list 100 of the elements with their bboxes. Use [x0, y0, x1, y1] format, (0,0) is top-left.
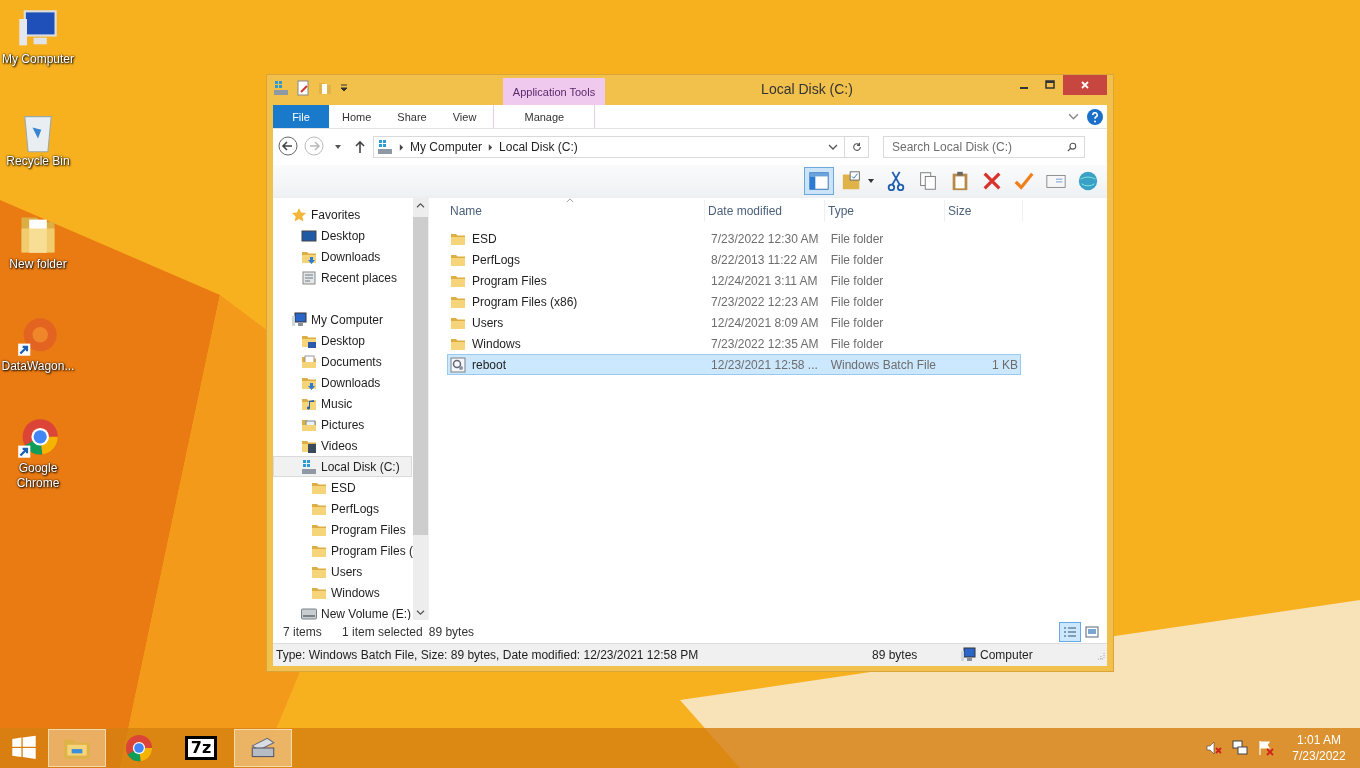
navigation-item[interactable]: Downloads — [273, 246, 412, 267]
new-folder-icon[interactable] — [317, 80, 333, 96]
type-cell-text: File folder — [829, 294, 885, 309]
date-cell-text: 12/23/2021 12:58 ... — [710, 357, 819, 372]
maximize-icon — [1045, 80, 1055, 90]
file-name: Windows — [472, 336, 521, 351]
scissors-icon — [885, 170, 907, 192]
navigation-item[interactable]: Recent places — [273, 267, 412, 288]
type-cell-text: File folder — [829, 336, 885, 351]
navigation-item[interactable]: Videos — [273, 435, 412, 456]
file-name: PerfLogs — [472, 252, 521, 267]
file-row[interactable]: ESD 7/23/2022 12:30 AM File folder — [447, 228, 1021, 249]
scanner-taskbar-button[interactable] — [234, 729, 292, 767]
type-cell-text: Windows Batch File — [829, 357, 938, 372]
resize-grip[interactable] — [1097, 652, 1105, 660]
chrome-icon[interactable] — [16, 417, 60, 461]
chrome-icon — [124, 734, 154, 762]
navigation-item[interactable]: Windows — [273, 582, 412, 603]
address-bar[interactable]: My Computer Local Disk (C:) — [373, 136, 845, 158]
batch-file-icon — [450, 356, 466, 373]
file-name: reboot — [472, 357, 507, 372]
folder-icon — [841, 170, 863, 192]
details-size: 89 bytes — [872, 648, 919, 662]
type-cell-text: File folder — [829, 273, 885, 288]
navigation-item[interactable]: Favorites — [273, 204, 412, 225]
details-view-button[interactable] — [1059, 621, 1081, 642]
date-cell-text: 7/23/2022 12:23 AM — [710, 294, 820, 309]
date-cell-text: 8/22/2013 11:22 AM — [710, 252, 819, 267]
navigation-item[interactable]: Pictures — [273, 414, 412, 435]
refresh-button[interactable] — [845, 136, 869, 158]
file-row[interactable]: Windows 7/23/2022 12:35 AM File folder — [447, 333, 1021, 354]
search-field[interactable]: Search Local Disk (C:) — [883, 136, 1085, 158]
navigation-item[interactable]: Users — [273, 561, 412, 582]
date-cell-text: 12/24/2021 8:09 AM — [710, 315, 820, 330]
minimize-icon — [1020, 87, 1028, 89]
file-row[interactable]: Program Files (x86) 7/23/2022 12:23 AM File folder — [447, 291, 1021, 312]
properties-icon[interactable] — [295, 80, 311, 96]
scroll-down-icon[interactable] — [416, 609, 425, 616]
file-row[interactable]: Program Files 12/24/2021 3:11 AM File folder — [447, 270, 1021, 291]
navigation-item[interactable]: ESD — [273, 477, 412, 498]
archiver-taskbar-button[interactable]: 7z — [172, 729, 230, 767]
network-icon[interactable] — [1232, 740, 1248, 756]
scrollbar[interactable] — [413, 198, 428, 620]
windows-logo-icon — [11, 735, 37, 761]
navigation-item[interactable]: Downloads — [273, 372, 412, 393]
app-icon[interactable] — [16, 315, 60, 359]
close-icon — [1080, 80, 1090, 90]
column-header[interactable]: Date modified — [705, 200, 825, 222]
back-button[interactable] — [277, 136, 299, 158]
navigation-item[interactable]: Music — [273, 393, 412, 414]
ribbon-tab[interactable]: View — [439, 105, 490, 128]
ribbon-tab[interactable]: Manage — [493, 105, 596, 128]
file-name: Users — [472, 315, 504, 330]
column-header[interactable]: Name — [447, 200, 705, 222]
computer-icon — [291, 311, 307, 328]
speaker-muted-icon[interactable] — [1206, 740, 1222, 756]
close-button[interactable] — [1063, 75, 1107, 95]
cross-icon — [981, 170, 1003, 192]
ribbon-tab[interactable]: File — [273, 105, 329, 128]
clock-date: 7/23/2022 — [1292, 748, 1346, 764]
column-header[interactable]: Size — [945, 200, 1023, 222]
selection-size: 89 bytes — [428, 624, 475, 639]
drive-icon — [301, 458, 317, 475]
column-header[interactable]: Type — [825, 200, 945, 222]
navigation-item[interactable]: Program Files ( — [273, 540, 412, 561]
type-cell-text: File folder — [829, 315, 885, 330]
navigation-item[interactable]: Desktop — [273, 330, 412, 351]
navigation-item[interactable]: My Computer — [273, 309, 412, 330]
navigation-item[interactable]: New Volume (E:) — [273, 603, 412, 620]
star-icon — [291, 206, 307, 223]
navigation-item[interactable]: Program Files — [273, 519, 412, 540]
help-icon[interactable] — [1087, 108, 1103, 125]
ribbon-tab[interactable]: Share — [384, 105, 440, 128]
computer-icon — [960, 647, 976, 663]
navigation-item[interactable]: PerfLogs — [273, 498, 412, 519]
navigation-item[interactable]: Desktop — [273, 225, 412, 246]
file-row[interactable]: PerfLogs 8/22/2013 11:22 AM File folder — [447, 249, 1021, 270]
details-text: Type: Windows Batch File, Size: 89 bytes, Date modified: 12/23/2021 12:58 PM — [275, 648, 700, 662]
caret-icon[interactable] — [339, 83, 349, 93]
chevron-icon[interactable] — [1068, 111, 1079, 122]
sort-caret-icon — [566, 198, 574, 203]
context-tab-group: Application Tools — [503, 78, 605, 105]
chevron-icon — [828, 142, 838, 152]
breadcrumb[interactable]: My Computer — [410, 140, 483, 154]
scroll-up-icon[interactable] — [416, 202, 425, 209]
preview-pane-button[interactable] — [804, 167, 834, 195]
file-row[interactable]: reboot 12/23/2021 12:58 ... Windows Batch File 1 KB — [447, 354, 1021, 375]
flag-icon[interactable] — [1258, 740, 1274, 756]
search-icon — [1067, 142, 1077, 152]
file-row[interactable]: Users 12/24/2021 8:09 AM File folder — [447, 312, 1021, 333]
size-cell: 1 KB — [992, 357, 1018, 372]
ribbon-tab[interactable]: Home — [329, 105, 385, 128]
refresh-icon — [851, 142, 862, 152]
breadcrumb[interactable]: Local Disk (C:) — [499, 140, 578, 154]
navigation-item[interactable]: Local Disk (C:) — [273, 456, 412, 477]
recent-places-icon — [301, 269, 317, 286]
date-cell-text: 7/23/2022 12:35 AM — [710, 336, 820, 351]
navigation-item[interactable]: Documents — [273, 351, 412, 372]
drive-icon — [301, 605, 317, 620]
date-cell-text: 7/23/2022 12:30 AM — [710, 231, 820, 246]
